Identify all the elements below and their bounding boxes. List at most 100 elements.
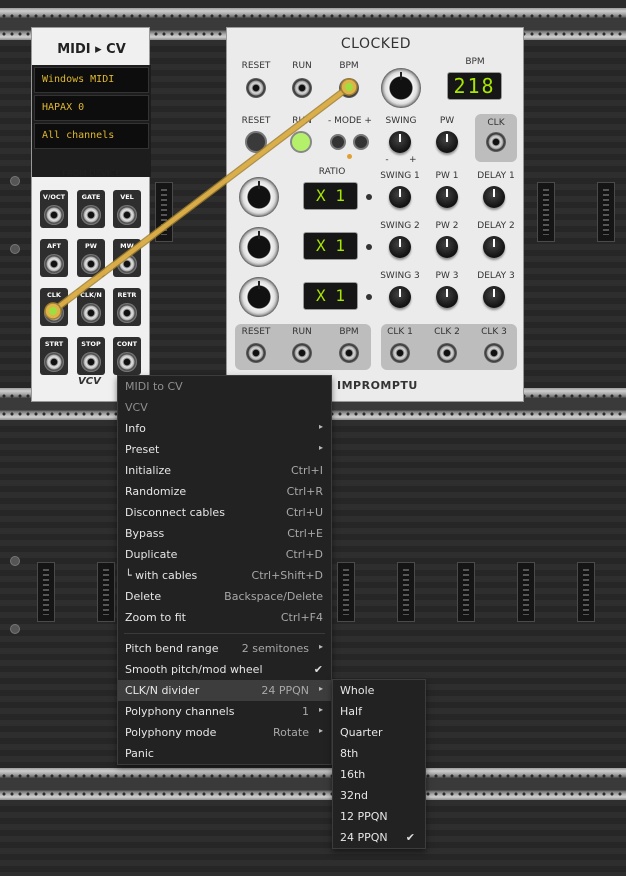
output-jack[interactable] — [44, 254, 64, 274]
clk1-output-jack[interactable] — [390, 343, 410, 363]
delay-1-knob[interactable] — [483, 186, 505, 208]
reset-input-jack[interactable] — [246, 78, 266, 98]
run-label: RUN — [292, 61, 312, 71]
menu-item-disconnect-cables[interactable]: Disconnect cables Ctrl+U — [118, 502, 331, 523]
menu-shortcut: Ctrl+F4 — [280, 611, 323, 624]
clk2-output-jack[interactable] — [437, 343, 457, 363]
output-jack[interactable] — [81, 352, 101, 372]
swing-2-knob[interactable] — [389, 236, 411, 258]
reset-button[interactable] — [245, 131, 267, 153]
run-input-jack[interactable] — [292, 78, 312, 98]
swing-1-knob[interactable] — [389, 186, 411, 208]
run-button-label: RUN — [292, 116, 312, 126]
clk-output-jack[interactable] — [486, 132, 506, 152]
swing-3-knob[interactable] — [389, 286, 411, 308]
reset-label: RESET — [241, 61, 271, 71]
menu-item-preset[interactable]: Preset ▸ — [118, 439, 331, 460]
menu-item-polyphony-channels[interactable]: Polyphony channels 1 ▸ — [118, 701, 331, 722]
mode-plus-button[interactable] — [353, 134, 369, 150]
menu-item-initialize[interactable]: Initialize Ctrl+I — [118, 460, 331, 481]
pw-1-knob[interactable] — [436, 186, 458, 208]
output-jack[interactable] — [81, 254, 101, 274]
jack-gate[interactable]: GATE — [77, 190, 105, 228]
output-jack[interactable] — [117, 303, 137, 323]
output-jack[interactable] — [44, 352, 64, 372]
midi-cv-module[interactable]: MIDI ▸ CV Windows MIDI HAPAX 0 All chann… — [31, 27, 151, 402]
delay-3-knob[interactable] — [483, 286, 505, 308]
jack-vel[interactable]: VEL — [113, 190, 141, 228]
submenu-item-24ppqn[interactable]: 24 PPQN ✔ — [333, 827, 425, 848]
clk3-output-jack[interactable] — [484, 343, 504, 363]
pw-knob[interactable] — [436, 131, 458, 153]
menu-item-smooth-pitch-mod-wheel[interactable]: Smooth pitch/mod wheel ✔ — [118, 659, 331, 680]
clocked-module[interactable]: CLOCKED RESET RUN BPM BPM 218 RESET RUN … — [226, 27, 524, 402]
pw-3-knob[interactable] — [436, 286, 458, 308]
bpm-input-jack[interactable] — [339, 78, 359, 98]
swing-knob[interactable] — [389, 131, 411, 153]
menu-item-zoom-to-fit[interactable]: Zoom to fit Ctrl+F4 — [118, 607, 331, 628]
jack-stop[interactable]: STOP — [77, 337, 105, 375]
bpm-display-label: BPM — [465, 57, 485, 67]
ratio-display-1: X 1 — [303, 182, 358, 210]
menu-item-label: Duplicate — [125, 548, 178, 561]
submenu-item-whole[interactable]: Whole — [333, 680, 425, 701]
output-jack[interactable] — [81, 205, 101, 225]
jack-pw[interactable]: PW — [77, 239, 105, 277]
jack-cont[interactable]: CONT — [113, 337, 141, 375]
mode-minus-button[interactable] — [330, 134, 346, 150]
menu-shortcut: Ctrl+I — [290, 464, 323, 477]
output-jack[interactable] — [117, 352, 137, 372]
midi-settings-panel: Windows MIDI HAPAX 0 All channels — [32, 65, 151, 177]
checkmark-icon: ✔ — [405, 831, 415, 844]
midi-device-field[interactable]: HAPAX 0 — [34, 95, 149, 121]
ratio-knob-1[interactable] — [239, 177, 279, 217]
jack-strt[interactable]: STRT — [40, 337, 68, 375]
jack-retr[interactable]: RETR — [113, 288, 141, 326]
menu-item-delete[interactable]: Delete Backspace/Delete — [118, 586, 331, 607]
menu-item-bypass[interactable]: Bypass Ctrl+E — [118, 523, 331, 544]
menu-item-panic[interactable]: Panic — [118, 743, 331, 764]
menu-item-label: Panic — [125, 747, 154, 760]
submenu-item-16th[interactable]: 16th — [333, 764, 425, 785]
run-output-jack[interactable] — [292, 343, 312, 363]
swing-plus-label: + — [409, 155, 417, 165]
menu-item-info[interactable]: Info ▸ — [118, 418, 331, 439]
menu-item-label: Initialize — [125, 464, 172, 477]
submenu-item-8th[interactable]: 8th — [333, 743, 425, 764]
menu-item-pitch-bend-range[interactable]: Pitch bend range 2 semitones ▸ — [118, 638, 331, 659]
midi-driver-field[interactable]: Windows MIDI — [34, 67, 149, 93]
midi-channel-field[interactable]: All channels — [34, 123, 149, 149]
menu-shortcut: Ctrl+Shift+D — [251, 569, 323, 582]
jack-clkn[interactable]: CLK/N — [77, 288, 105, 326]
swing-label: SWING — [385, 116, 417, 126]
mode-label: - MODE + — [328, 116, 372, 126]
output-jack[interactable] — [44, 303, 64, 323]
run-button[interactable] — [290, 131, 312, 153]
bpm-display: 218 — [447, 72, 502, 100]
output-jack[interactable] — [44, 205, 64, 225]
pw-2-knob[interactable] — [436, 236, 458, 258]
bpm-knob[interactable] — [381, 68, 421, 108]
jack-clk[interactable]: CLK — [40, 288, 68, 326]
jack-aft[interactable]: AFT — [40, 239, 68, 277]
jack-voct[interactable]: V/OCT — [40, 190, 68, 228]
menu-item-polyphony-mode[interactable]: Polyphony mode Rotate ▸ — [118, 722, 331, 743]
output-jack[interactable] — [117, 205, 137, 225]
bpm-output-jack[interactable] — [339, 343, 359, 363]
reset-output-jack[interactable] — [246, 343, 266, 363]
jack-mw[interactable]: MW — [113, 239, 141, 277]
menu-item-duplicate[interactable]: Duplicate Ctrl+D — [118, 544, 331, 565]
submenu-item-half[interactable]: Half — [333, 701, 425, 722]
output-jack[interactable] — [81, 303, 101, 323]
submenu-item-12ppqn[interactable]: 12 PPQN — [333, 806, 425, 827]
mode-led — [347, 154, 352, 159]
menu-item-clkn-divider[interactable]: CLK/N divider 24 PPQN ▸ — [118, 680, 331, 701]
ratio-knob-3[interactable] — [239, 277, 279, 317]
menu-item-randomize[interactable]: Randomize Ctrl+R — [118, 481, 331, 502]
submenu-item-quarter[interactable]: Quarter — [333, 722, 425, 743]
submenu-item-32nd[interactable]: 32nd — [333, 785, 425, 806]
menu-item-duplicate-with-cables[interactable]: └ with cables Ctrl+Shift+D — [118, 565, 331, 586]
ratio-knob-2[interactable] — [239, 227, 279, 267]
output-jack[interactable] — [117, 254, 137, 274]
delay-2-knob[interactable] — [483, 236, 505, 258]
